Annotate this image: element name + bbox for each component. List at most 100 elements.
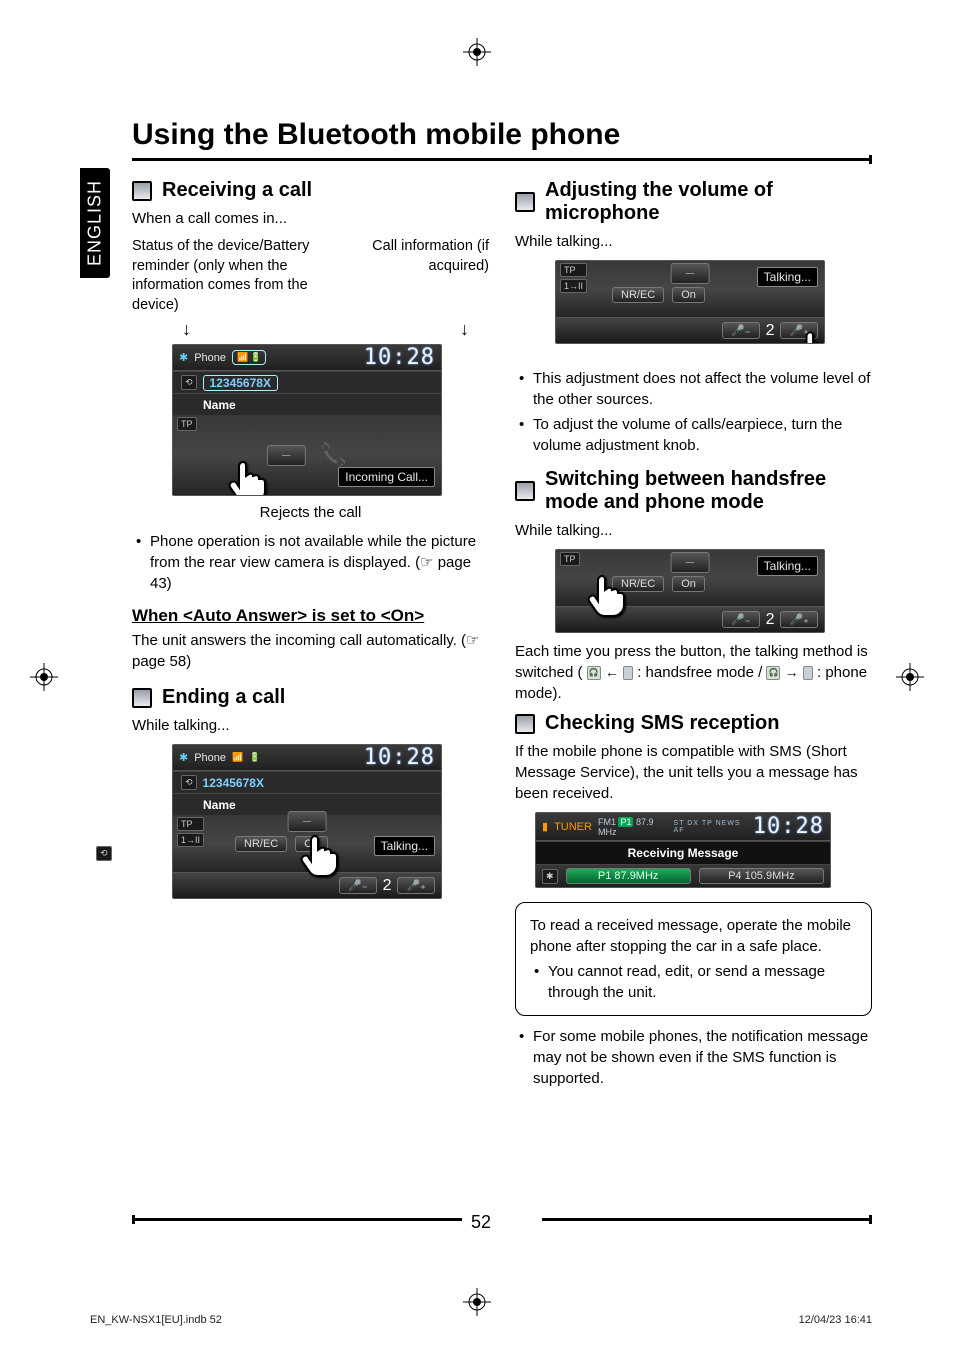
bullet-item: To adjust the volume of calls/earpiece, … [533, 414, 872, 456]
battery-icon: 🔋 [250, 352, 261, 363]
source-icon: ▮ [542, 820, 548, 833]
print-footer: EN_KW-NSX1[EU].indb 52 12/04/23 16:41 [90, 1314, 872, 1326]
mic-volume-value: 2 [766, 611, 775, 629]
sub-heading: When <Auto Answer> is set to <On> [132, 606, 489, 626]
screenshot-switch-mode: TP NR/EC On ⏤ Talking... 🎤₋ [555, 549, 825, 633]
mic-minus-button[interactable]: 🎤₋ [722, 322, 760, 339]
clock: 10:28 [753, 814, 824, 839]
hangup-button[interactable]: ⏤ [671, 552, 710, 573]
arrow-down-icon: ↓ [460, 319, 469, 340]
intro-text: When a call comes in... [132, 208, 489, 229]
bluetooth-icon: ✱ [179, 351, 188, 364]
phone-wave-icon: 📞 [320, 442, 347, 468]
screen-title: Phone [194, 352, 226, 364]
page-number: 52 [471, 1212, 491, 1233]
screenshot-talking: ✱ Phone 📶 🔋 10:28 ⟲12345678X Name TP 1→I… [172, 744, 442, 899]
band-label: FM1 [598, 817, 616, 827]
intro-text: While talking... [515, 231, 872, 252]
signal-icon: 📶 [232, 752, 243, 763]
registration-mark-right [896, 663, 924, 691]
mic-plus-button[interactable]: 🎤₊ [780, 611, 818, 628]
footer-rule-left [132, 1218, 462, 1221]
indicator-row: ST DX TP NEWS AF [674, 820, 747, 834]
battery-icon: 🔋 [249, 752, 260, 763]
note-text: To read a received message, operate the … [530, 915, 857, 957]
hand-pointer-icon [790, 325, 825, 344]
mic-volume-value: 2 [383, 877, 392, 895]
sub-body: The unit answers the incoming call autom… [132, 630, 489, 672]
intro-text: If the mobile phone is compatible with S… [515, 741, 872, 804]
preset-button-4[interactable]: P4 105.9MHz [699, 868, 824, 884]
bullet-item: Phone operation is not available while t… [150, 531, 489, 594]
right-column: Adjusting the volume of microphone While… [515, 175, 872, 1101]
annotation-arrows: ↓ ↓ [132, 319, 489, 340]
square-bullet-icon [515, 481, 535, 501]
section-title: Checking SMS reception [545, 712, 780, 735]
arrow-down-icon: ↓ [182, 319, 191, 340]
handsfree-icon: 🎧 [587, 666, 601, 680]
left-column: Receiving a call When a call comes in...… [132, 175, 489, 1101]
clock: 10:28 [364, 345, 435, 370]
status-badge: Incoming Call... [338, 467, 435, 487]
signal-icon: 📶 [237, 352, 248, 363]
square-bullet-icon [515, 714, 535, 734]
annotation-row: Status of the device/Battery reminder (o… [132, 237, 489, 315]
language-tab: ENGLISH [80, 168, 110, 278]
section-switch-mode: Switching between handsfree mode and pho… [515, 468, 872, 514]
sms-banner: Receiving Message [628, 846, 739, 860]
status-badge: Talking... [374, 836, 435, 856]
status-badge: Talking... [757, 267, 818, 287]
handsfree-icon: 🎧 [766, 666, 780, 680]
screen-title: TUNER [554, 821, 592, 833]
tp-badge: TP [560, 552, 580, 566]
preset-button-1[interactable]: P1 87.9MHz [566, 868, 691, 884]
square-bullet-icon [132, 688, 152, 708]
nav-icon: ⟲ [181, 375, 197, 390]
phone-icon [623, 666, 633, 680]
square-bullet-icon [515, 192, 535, 212]
registration-mark-left [30, 663, 58, 691]
answer-button[interactable]: ⏤ [267, 445, 306, 466]
status-badge: Talking... [757, 556, 818, 576]
square-bullet-icon [132, 181, 152, 201]
screen-title: Phone [194, 752, 226, 764]
clock: 10:28 [364, 745, 435, 770]
mode-badge: 1→II [560, 279, 587, 293]
section-title: Switching between handsfree mode and pho… [545, 468, 872, 514]
nrec-button[interactable]: NR/EC [235, 836, 287, 852]
on-button[interactable]: On [672, 287, 705, 303]
section-title: Receiving a call [162, 179, 312, 202]
on-button[interactable]: On [672, 576, 705, 592]
section-ending-call: Ending a call [132, 686, 489, 709]
title-rule [132, 158, 872, 161]
hand-pointer-icon [580, 568, 630, 618]
tp-badge: TP [177, 417, 197, 431]
page-content: ENGLISH Using the Bluetooth mobile phone… [90, 118, 872, 1233]
nrec-button[interactable]: NR/EC [612, 287, 664, 303]
mic-minus-button[interactable]: 🎤₋ [722, 611, 760, 628]
note-box: To read a received message, operate the … [515, 902, 872, 1016]
hangup-button[interactable]: ⏤ [671, 263, 710, 284]
mic-plus-button[interactable]: 🎤₊ [397, 877, 435, 894]
footer-right: 12/04/23 16:41 [799, 1314, 872, 1326]
switch-mode-body: Each time you press the button, the talk… [515, 641, 872, 704]
screenshot-incoming-call: ✱ Phone 📶 🔋 10:28 ⟲12345678X Name TP ⏤ 📞 [172, 344, 442, 496]
bullet-item: This adjustment does not affect the volu… [533, 368, 872, 410]
section-sms: Checking SMS reception [515, 712, 872, 735]
signal-battery-box: 📶 🔋 [232, 350, 266, 365]
bullet-item: You cannot read, edit, or send a message… [548, 961, 857, 1003]
section-title: Ending a call [162, 686, 285, 709]
section-mic-volume: Adjusting the volume of microphone [515, 179, 872, 225]
arrow-left-icon: ← [605, 664, 619, 680]
hand-pointer-icon [293, 828, 343, 878]
preset-label: P1 [618, 817, 633, 827]
footer-rule-right [542, 1218, 872, 1221]
registration-mark-bottom [463, 1288, 491, 1316]
hand-pointer-icon [221, 454, 271, 496]
caller-name: Name [203, 398, 236, 412]
caller-number: 12345678X [203, 776, 264, 790]
intro-text: While talking... [132, 715, 489, 736]
bullet-item: For some mobile phones, the notification… [533, 1026, 872, 1089]
mic-minus-button[interactable]: 🎤₋ [339, 877, 377, 894]
bluetooth-icon: ✱ [179, 751, 188, 764]
